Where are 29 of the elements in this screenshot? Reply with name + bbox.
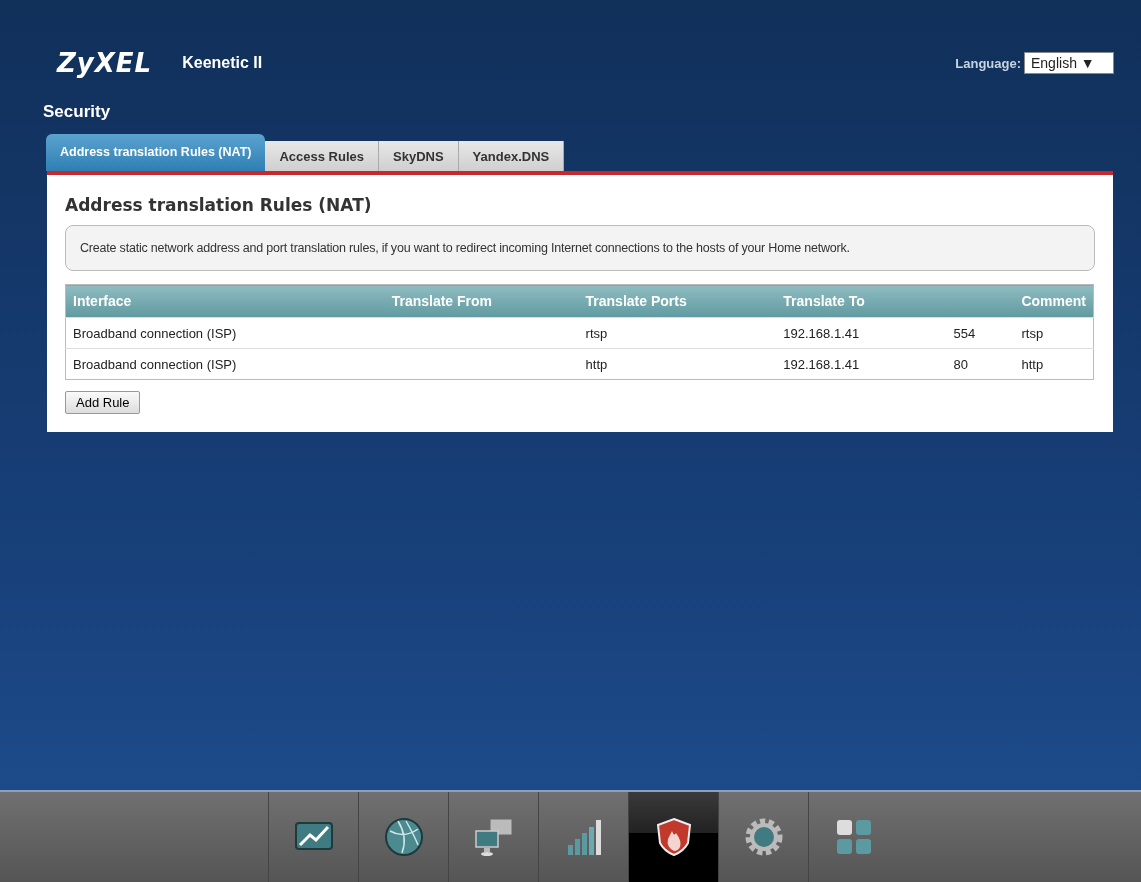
model-name: Keenetic II xyxy=(182,54,263,72)
table-cell: http xyxy=(578,348,777,380)
computers-icon[interactable] xyxy=(473,817,514,857)
language-select[interactable]: English ▼ xyxy=(1024,52,1114,74)
table-cell: rtsp xyxy=(1014,317,1094,349)
logo: ZyXEL xyxy=(57,48,153,78)
column-header: Comment xyxy=(1014,284,1094,318)
globe-icon[interactable] xyxy=(383,817,424,857)
table-cell: 554 xyxy=(946,317,1015,349)
table-cell: 192.168.1.41 xyxy=(776,348,947,380)
tab[interactable]: Yandex.DNS xyxy=(458,141,565,171)
tab[interactable]: SkyDNS xyxy=(379,141,459,171)
tab[interactable]: Access Rules xyxy=(265,141,380,171)
table-cell: http xyxy=(1014,348,1094,380)
table-cell: 192.168.1.41 xyxy=(776,317,947,349)
table-cell: Broadband connection (ISP) xyxy=(65,317,385,349)
language-label: Language: xyxy=(955,55,1021,71)
table-cell: rtsp xyxy=(578,317,777,349)
column-header: Translate Ports xyxy=(578,284,777,318)
panel-title: Address translation Rules (NAT) xyxy=(65,195,373,215)
column-header: Interface xyxy=(65,284,385,318)
info-note: Create static network address and port translation rules, if you want to redirect incoming Internet connections to the hosts of your Home network. xyxy=(65,225,1095,271)
column-header: Translate From xyxy=(384,284,579,318)
gear-icon[interactable] xyxy=(743,817,784,857)
table-cell: 80 xyxy=(946,348,1015,380)
table-cell: Broadband connection (ISP) xyxy=(65,348,385,380)
page-title: Security xyxy=(43,102,112,123)
column-header: Translate To xyxy=(776,284,947,318)
add-rule-button[interactable]: Add Rule xyxy=(65,391,141,414)
